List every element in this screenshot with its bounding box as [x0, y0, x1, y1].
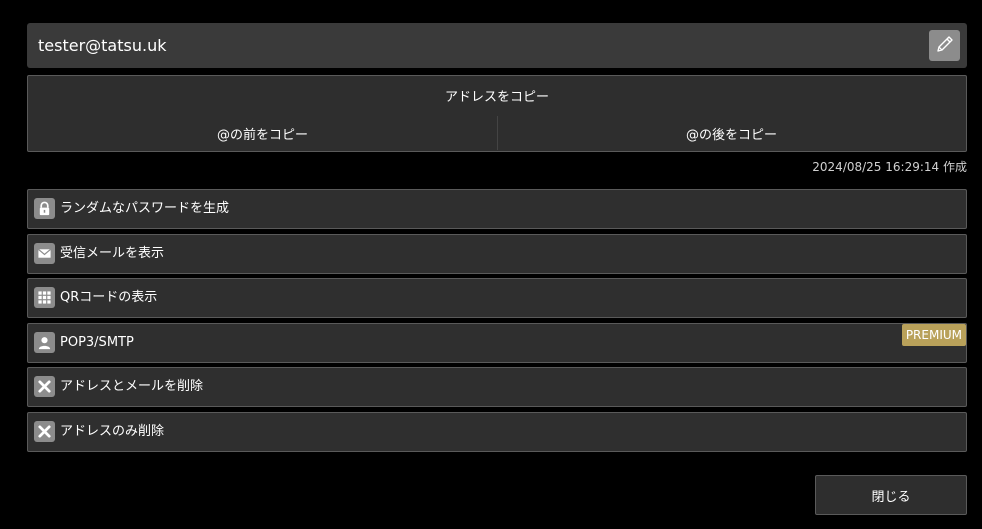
pencil-icon	[935, 34, 955, 58]
copy-panel: アドレスをコピー @の前をコピー @の後をコピー	[27, 75, 967, 152]
generate-password-button[interactable]: ランダムなパスワードを生成	[27, 189, 967, 229]
menu-item-label: 受信メールを表示	[60, 246, 165, 261]
edit-address-button[interactable]	[929, 30, 960, 61]
close-icon	[34, 376, 55, 397]
delete-address-and-mail-button[interactable]: アドレスとメールを削除	[27, 367, 967, 407]
menu-item-label: アドレスのみ削除	[60, 424, 165, 439]
menu-item-label: ランダムなパスワードを生成	[60, 201, 230, 216]
user-icon	[34, 332, 55, 353]
menu-item-label: POP3/SMTP	[60, 335, 134, 350]
lock-icon	[34, 198, 55, 219]
copy-after-at-button[interactable]: @の後をコピー	[497, 114, 966, 152]
mail-icon	[34, 243, 55, 264]
show-qr-code-button[interactable]: QRコードの表示	[27, 278, 967, 318]
copy-before-at-button[interactable]: @の前をコピー	[28, 114, 497, 152]
created-timestamp: 2024/08/25 16:29:14 作成	[812, 158, 967, 175]
menu-item-label: アドレスとメールを削除	[60, 379, 204, 394]
email-address: tester@tatsu.uk	[38, 36, 167, 55]
close-icon	[34, 421, 55, 442]
email-detail-dialog: tester@tatsu.uk アドレスをコピー @の前をコピー @の後をコピー…	[0, 0, 982, 529]
menu-item-label: QRコードの表示	[60, 290, 158, 305]
premium-badge: PREMIUM	[901, 324, 966, 346]
copy-address-button[interactable]: アドレスをコピー	[28, 76, 966, 114]
created-suffix: 作成	[942, 160, 967, 174]
close-button[interactable]: 閉じる	[815, 475, 967, 515]
qr-grid-icon	[34, 287, 55, 308]
address-bar: tester@tatsu.uk	[27, 23, 967, 68]
pop3-smtp-button[interactable]: POP3/SMTP PREMIUM	[27, 323, 967, 363]
view-inbox-button[interactable]: 受信メールを表示	[27, 234, 967, 274]
delete-address-only-button[interactable]: アドレスのみ削除	[27, 412, 967, 452]
created-date: 2024/08/25 16:29:14	[812, 160, 940, 174]
